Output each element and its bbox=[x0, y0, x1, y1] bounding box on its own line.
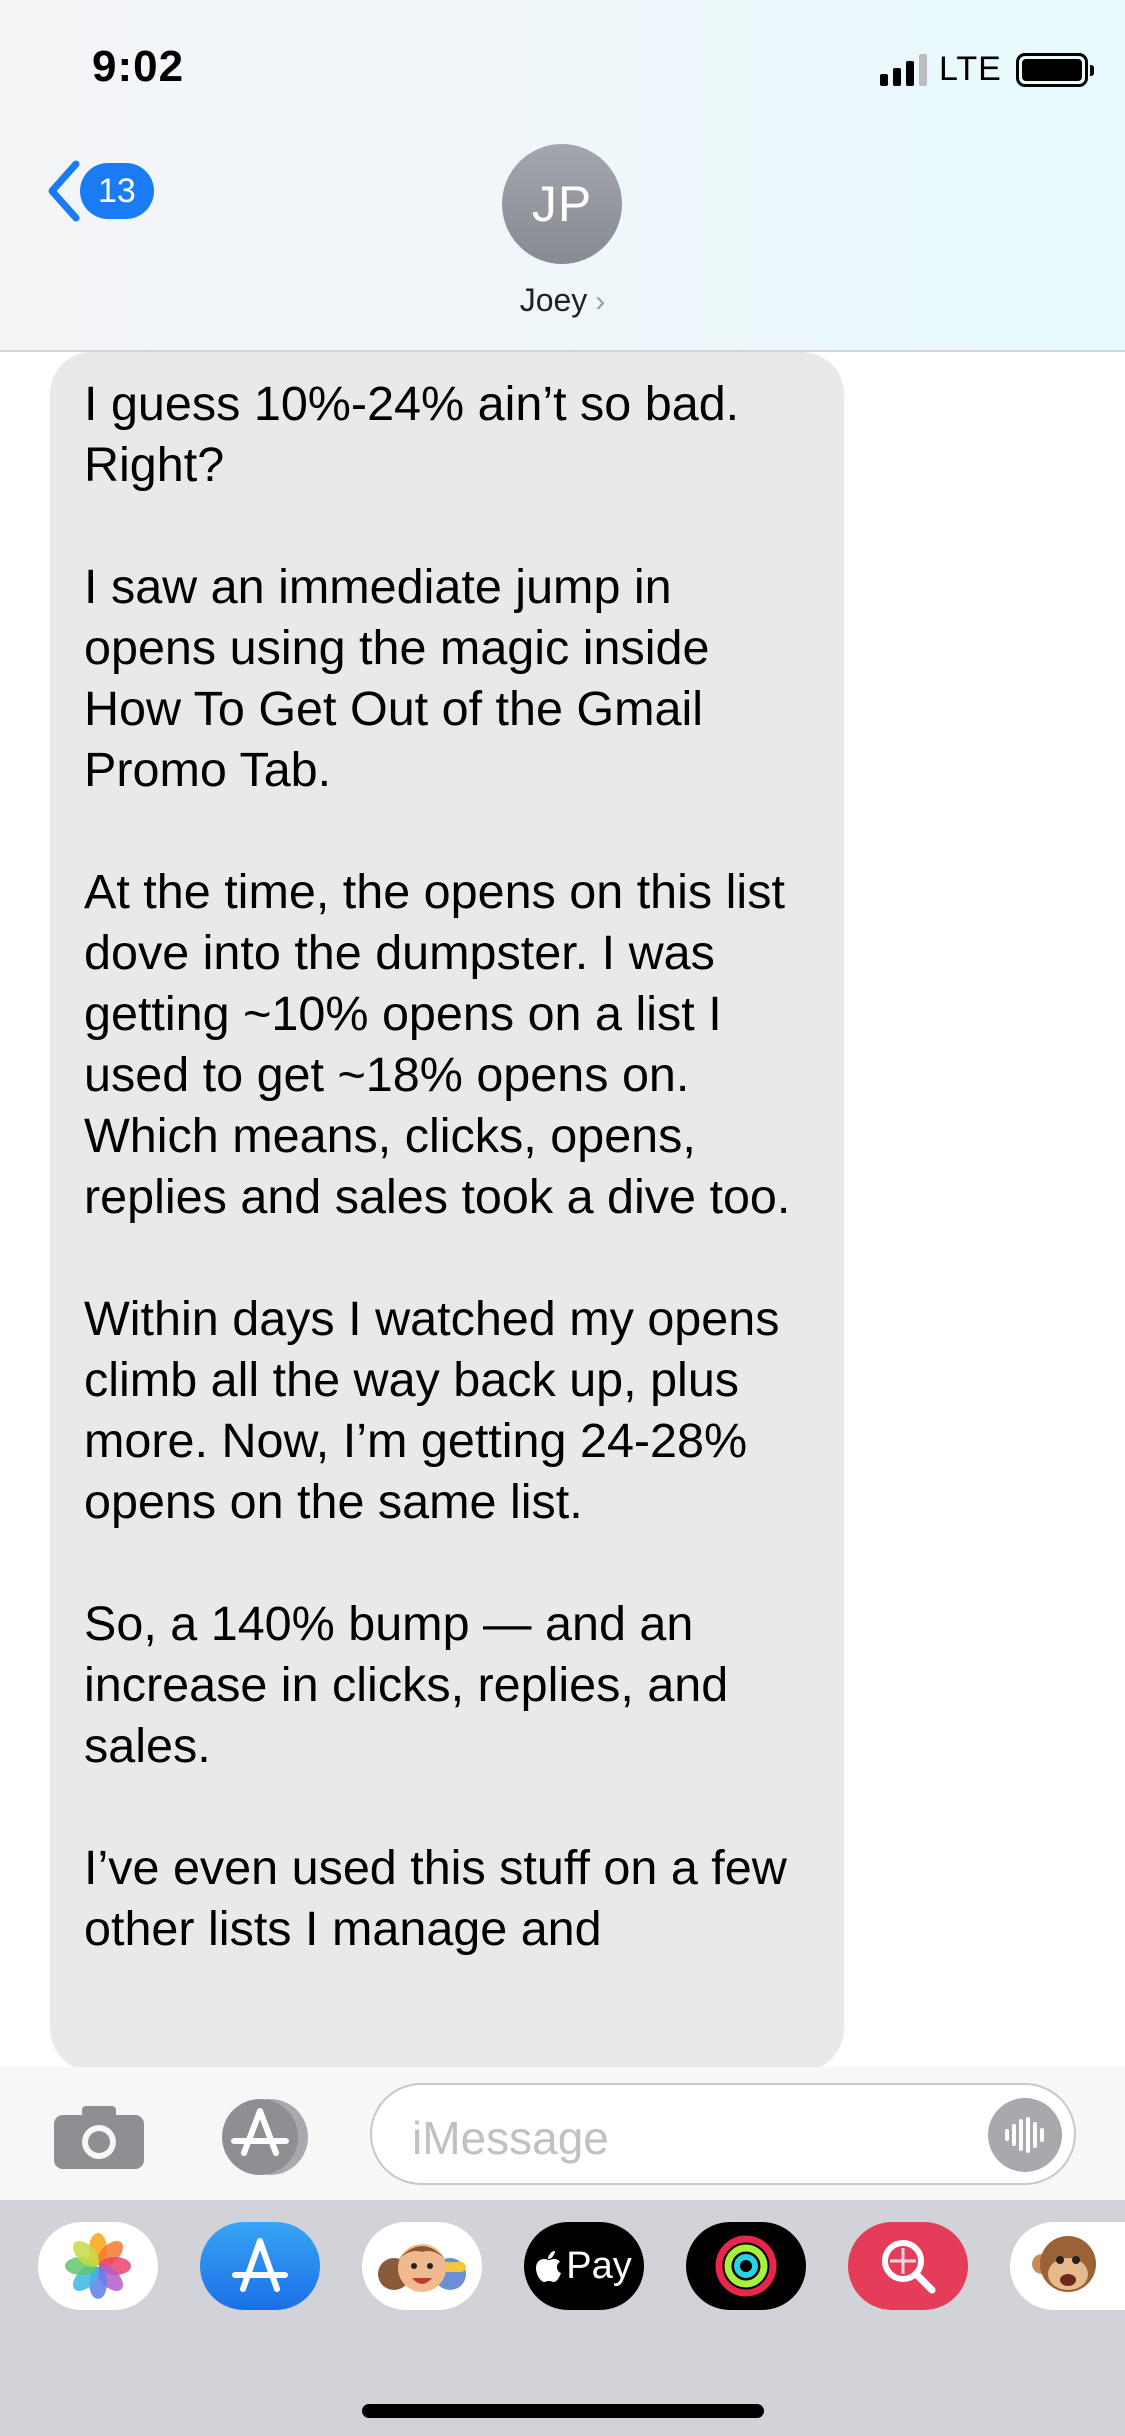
status-time: 9:02 bbox=[92, 42, 185, 91]
home-indicator[interactable] bbox=[362, 2404, 764, 2418]
chevron-left-icon bbox=[48, 160, 80, 222]
waveform-icon bbox=[1005, 2117, 1044, 2153]
compose-bar: iMessage bbox=[0, 2067, 1125, 2200]
message-paragraph: At the time, the opens on this list dove… bbox=[84, 865, 791, 1224]
unread-count-badge: 13 bbox=[80, 163, 154, 219]
message-paragraph: I saw an immediate jump in opens using t… bbox=[84, 560, 710, 797]
contact-name-button[interactable]: Joey › bbox=[0, 282, 1125, 319]
message-paragraph: So, a 140% bump — and an increase in cli… bbox=[84, 1597, 729, 1773]
app-store-app-button[interactable] bbox=[200, 2222, 320, 2310]
received-message-bubble[interactable]: I guess 10%-24% ain’t so bad. Right? I s… bbox=[50, 352, 844, 2072]
animoji-app-button[interactable] bbox=[1010, 2222, 1125, 2310]
photos-icon bbox=[65, 2233, 131, 2299]
animoji-icon bbox=[1031, 2236, 1096, 2292]
message-input-placeholder: iMessage bbox=[412, 2112, 609, 2164]
message-paragraph: Within days I watched my opens climb all… bbox=[84, 1292, 780, 1529]
signal-icon bbox=[880, 53, 927, 86]
network-type: LTE bbox=[939, 50, 1002, 88]
status-indicators: LTE bbox=[880, 50, 1094, 89]
apple-pay-label: Pay bbox=[566, 2244, 632, 2287]
app-store-icon bbox=[222, 2099, 308, 2175]
image-search-app-button[interactable] bbox=[848, 2222, 968, 2310]
camera-button[interactable] bbox=[52, 2103, 146, 2171]
back-button[interactable]: 13 bbox=[44, 158, 154, 224]
apple-logo-icon bbox=[536, 2251, 562, 2282]
search-images-icon bbox=[882, 2240, 936, 2294]
message-paragraph: I guess 10%-24% ain’t so bad. Right? bbox=[84, 377, 740, 492]
message-input[interactable]: iMessage bbox=[370, 2083, 1076, 2185]
message-paragraph: I’ve even used this stuff on a few other… bbox=[84, 1841, 787, 1956]
chevron-right-icon: › bbox=[595, 285, 606, 318]
activity-icon bbox=[715, 2235, 777, 2297]
apple-pay-app-button[interactable]: Pay bbox=[524, 2222, 644, 2310]
app-store-icon bbox=[232, 2238, 288, 2292]
apps-button[interactable] bbox=[210, 2097, 320, 2177]
memoji-app-button[interactable] bbox=[362, 2222, 482, 2310]
audio-message-button[interactable] bbox=[988, 2098, 1062, 2172]
contact-avatar[interactable]: JP bbox=[502, 144, 622, 264]
activity-app-button[interactable] bbox=[686, 2222, 806, 2310]
battery-icon bbox=[1015, 52, 1094, 87]
conversation-header: 9:02 LTE 13 JP Joey › bbox=[0, 0, 1125, 352]
photos-app-button[interactable] bbox=[38, 2222, 158, 2310]
camera-icon bbox=[54, 2106, 144, 2169]
memoji-icon bbox=[378, 2244, 466, 2292]
app-drawer: Pay bbox=[0, 2200, 1125, 2436]
contact-name: Joey bbox=[519, 282, 588, 318]
